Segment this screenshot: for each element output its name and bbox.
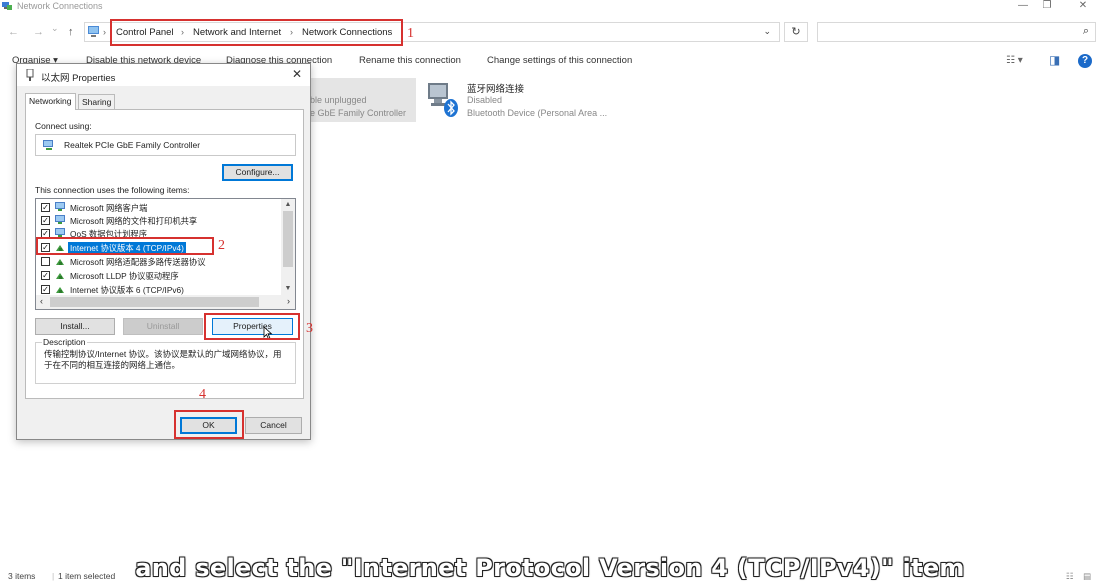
list-item[interactable]: ✓ Microsoft 网络的文件和打印机共享 (36, 214, 282, 227)
network-connections-icon (2, 2, 12, 10)
annotation-box-properties (204, 313, 300, 340)
network-device: e GbE Family Controller (310, 108, 407, 118)
help-icon[interactable]: ? (1078, 54, 1092, 68)
network-item-bluetooth[interactable]: 蓝牙网络连接 Disabled Bluetooth Device (Person… (422, 78, 622, 122)
list-item-label: Microsoft 网络的文件和打印机共享 (70, 216, 198, 226)
cancel-button[interactable]: Cancel (245, 417, 302, 434)
scroll-thumb[interactable] (50, 297, 259, 307)
close-window-button[interactable]: ✕ (1066, 0, 1100, 12)
checkbox[interactable]: ✓ (41, 285, 50, 294)
annotation-number-1: 1 (407, 26, 414, 41)
restore-button[interactable]: ❐ (1030, 0, 1064, 12)
list-item[interactable]: ✓ Microsoft 网络客户端 (36, 201, 282, 214)
up-button[interactable]: ↑ (68, 26, 74, 38)
network-adapter-icon (43, 140, 53, 150)
adapter-field: Realtek PCIe GbE Family Controller (35, 134, 296, 156)
annotation-number-4: 4 (199, 387, 206, 402)
configure-button[interactable]: Configure... (222, 164, 293, 181)
search-input[interactable]: ⌕ (817, 22, 1096, 42)
network-status: Disabled (467, 95, 503, 105)
network-device: Bluetooth Device (Personal Area ... (467, 108, 608, 118)
protocol-icon (56, 273, 64, 279)
scroll-down-icon[interactable]: ▼ (281, 285, 295, 292)
dialog-close-button[interactable]: ✕ (292, 67, 302, 81)
horizontal-scrollbar[interactable]: ‹ › (36, 295, 295, 309)
network-status: ble unplugged (310, 95, 367, 105)
list-item[interactable]: ✓ Microsoft LLDP 协议驱动程序 (36, 269, 282, 282)
preview-pane-icon[interactable]: ◨ (1049, 53, 1060, 67)
description-title: Description (42, 337, 87, 347)
description-group: Description 传输控制协议/Internet 协议。该协议是默认的广域… (35, 337, 296, 384)
description-text: 传输控制协议/Internet 协议。该协议是默认的广域网络协议，用于在不同的相… (44, 349, 282, 370)
scroll-thumb[interactable] (283, 211, 293, 267)
list-item-label: Microsoft 网络适配器多路传送器协议 (70, 257, 206, 267)
refresh-button[interactable]: ↻ (784, 22, 808, 42)
annotation-box-ipv4 (36, 237, 214, 255)
rename-command[interactable]: Rename this connection (359, 55, 461, 66)
annotation-box-ok (174, 410, 244, 439)
forward-button[interactable]: → (33, 26, 44, 38)
protocol-icon (56, 287, 64, 293)
bluetooth-network-icon (428, 83, 458, 117)
connect-using-label: Connect using: (35, 121, 92, 131)
dialog-title: 以太网 Properties (41, 73, 116, 84)
back-button[interactable]: ← (8, 26, 19, 38)
video-caption: and select the "Internet Protocol Versio… (135, 554, 965, 582)
search-icon: ⌕ (1082, 25, 1089, 37)
window-titlebar: Network Connections — ❐ ✕ (0, 0, 1100, 14)
network-name: 蓝牙网络连接 (467, 84, 525, 95)
file-sharing-icon (55, 215, 65, 224)
annotation-number-2: 2 (218, 238, 225, 253)
install-button[interactable]: Install... (35, 318, 115, 335)
client-icon (55, 202, 65, 211)
items-label: This connection uses the following items… (35, 185, 190, 195)
view-options-icon[interactable]: ☷ ▾ (1006, 55, 1023, 66)
ethernet-adapter-icon (26, 69, 34, 81)
recent-locations-icon[interactable]: ⌄ (51, 23, 59, 34)
annotation-box-address (110, 19, 403, 46)
list-item-label: Microsoft 网络客户端 (70, 203, 148, 213)
scroll-up-icon[interactable]: ▲ (281, 201, 295, 208)
protocol-icon (56, 259, 64, 265)
dialog-titlebar: 以太网 Properties ✕ (17, 64, 310, 86)
vertical-scrollbar[interactable]: ▲ ▼ (281, 199, 295, 296)
annotation-number-3: 3 (306, 321, 313, 336)
tab-sharing[interactable]: Sharing (78, 94, 116, 109)
adapter-name: Realtek PCIe GbE Family Controller (64, 140, 201, 150)
list-item[interactable]: Microsoft 网络适配器多路传送器协议 (36, 255, 282, 268)
uninstall-button[interactable]: Uninstall (123, 318, 203, 335)
tab-networking[interactable]: Networking (25, 93, 76, 110)
checkbox[interactable]: ✓ (41, 271, 50, 280)
scroll-left-icon[interactable]: ‹ (40, 296, 43, 306)
checkbox[interactable] (41, 257, 50, 266)
window-title: Network Connections (17, 1, 103, 11)
address-dropdown-icon[interactable]: ⌄ (763, 26, 771, 37)
breadcrumb-separator: › (103, 27, 106, 37)
list-item-label: Microsoft LLDP 协议驱动程序 (70, 271, 179, 281)
control-panel-icon (88, 26, 99, 37)
checkbox[interactable]: ✓ (41, 203, 50, 212)
checkbox[interactable]: ✓ (41, 216, 50, 225)
scroll-right-icon[interactable]: › (287, 296, 290, 306)
change-settings-command[interactable]: Change settings of this connection (487, 55, 632, 66)
